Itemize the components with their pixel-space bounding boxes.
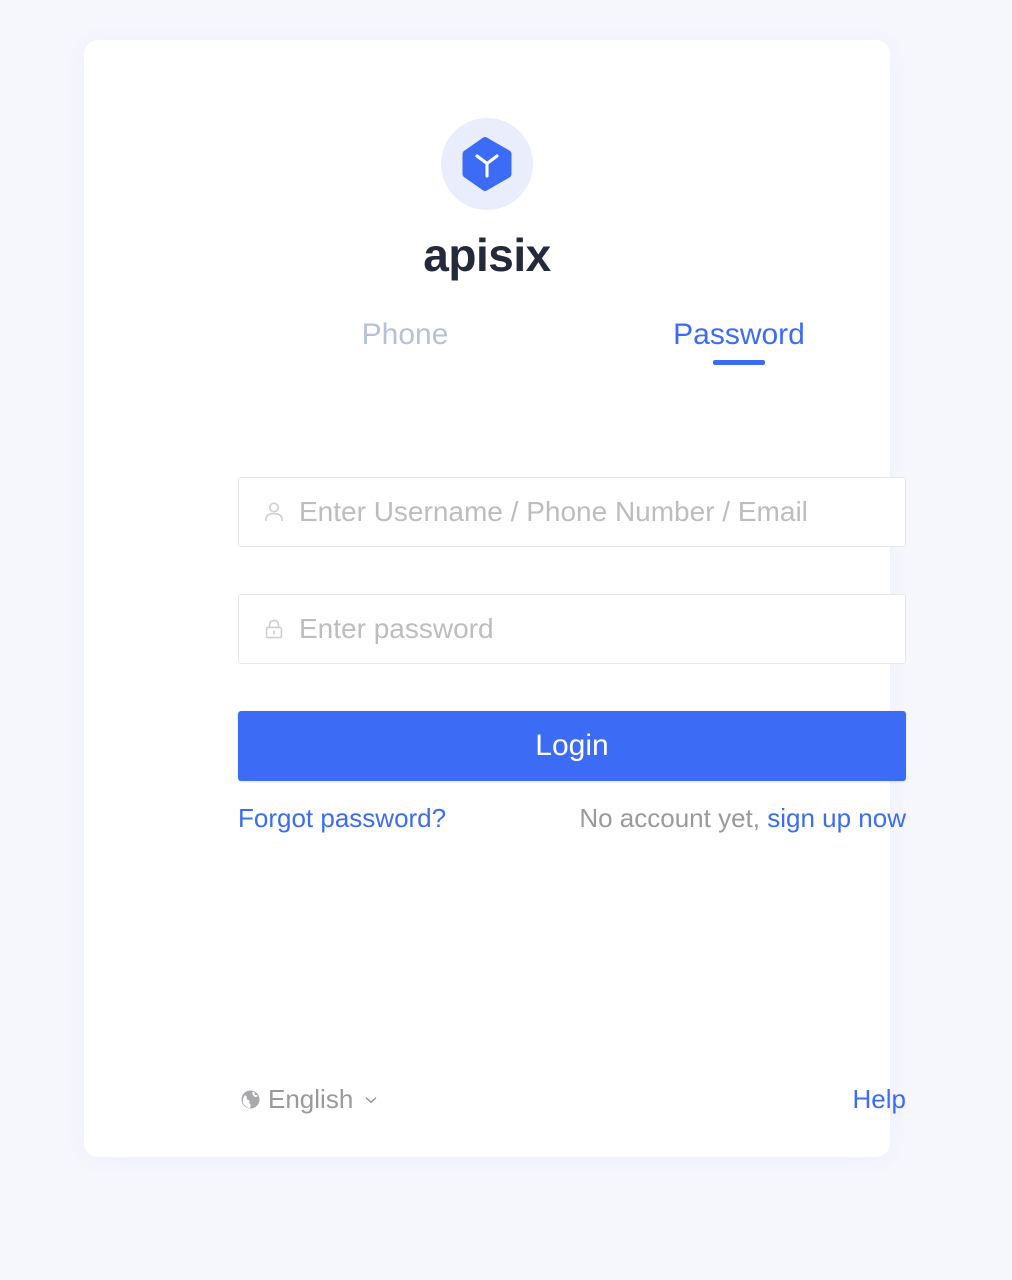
forgot-password-link[interactable]: Forgot password? <box>238 800 446 836</box>
tab-password[interactable]: Password <box>572 315 906 377</box>
login-button[interactable]: Login <box>238 711 906 781</box>
signup-prompt: No account yet, sign up now <box>579 800 906 836</box>
user-icon <box>261 499 287 525</box>
chevron-down-icon <box>361 1090 381 1110</box>
password-input[interactable] <box>299 595 883 663</box>
sign-up-link[interactable]: sign up now <box>767 803 906 833</box>
username-field[interactable] <box>238 477 906 547</box>
username-input[interactable] <box>299 478 883 546</box>
active-tab-indicator <box>713 360 765 365</box>
hexagon-y-logo-icon <box>460 135 514 193</box>
no-account-text: No account yet, <box>579 803 760 833</box>
login-card: apisix Phone Password Enter Username / P… <box>84 40 906 1157</box>
tab-phone[interactable]: Phone <box>238 315 572 377</box>
brand-header: apisix <box>84 40 890 281</box>
lock-icon <box>261 616 287 642</box>
brand-name: apisix <box>423 229 551 281</box>
login-page: apisix Phone Password Enter Username / P… <box>0 0 1012 1280</box>
tab-phone-label: Phone <box>361 318 449 351</box>
auth-links-row: Forgot password? No account yet, sign up… <box>238 800 906 836</box>
auth-method-tabs: Phone Password <box>238 315 906 377</box>
password-field[interactable] <box>238 594 906 664</box>
tab-password-label: Password <box>673 318 805 351</box>
help-link[interactable]: Help <box>853 1084 906 1115</box>
logo-circle <box>441 118 533 210</box>
language-label: English <box>268 1084 354 1114</box>
globe-icon <box>238 1088 262 1112</box>
card-footer: English Help <box>238 1084 906 1115</box>
language-selector[interactable]: English <box>238 1084 381 1115</box>
